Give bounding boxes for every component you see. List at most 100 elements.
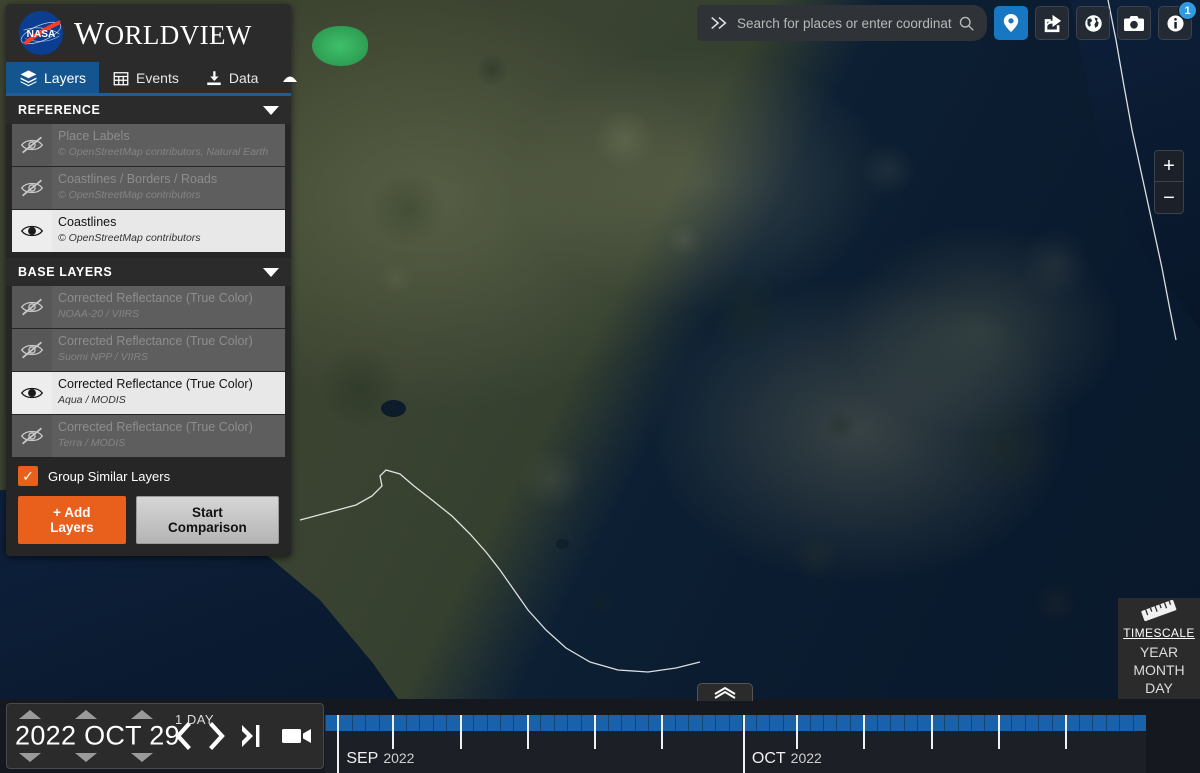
date-stepper: 2022 OCT 29 — [7, 704, 180, 768]
caret-up-icon — [75, 710, 97, 719]
date-increment-row — [15, 710, 157, 719]
section-title-reference: REFERENCE — [18, 103, 101, 117]
group-similar-layers-row[interactable]: ✓ Group Similar Layers — [18, 466, 279, 486]
timeline-minor-tick — [1024, 715, 1026, 731]
year-down-button[interactable] — [15, 753, 45, 762]
layer-row-terra-modis[interactable]: Corrected Reflectance (True Color) Terra… — [12, 415, 285, 457]
timeline-tick-band[interactable] — [325, 715, 1146, 731]
visibility-toggle[interactable] — [12, 124, 52, 166]
chevrons-right-icon[interactable] — [703, 15, 735, 31]
timeline-minor-tick — [715, 715, 717, 731]
timeline-minor-tick — [621, 715, 623, 731]
eye-slash-icon — [20, 179, 44, 197]
visibility-toggle[interactable] — [12, 210, 52, 252]
timeline-minor-tick — [365, 715, 367, 731]
timeline-minor-tick — [1119, 715, 1121, 731]
layer-meta: Corrected Reflectance (True Color) Suomi… — [52, 329, 285, 371]
layer-list-reference: Place Labels © OpenStreetMap contributor… — [6, 124, 291, 252]
snapshot-button[interactable] — [1117, 6, 1151, 40]
timescale-option-year[interactable]: YEAR — [1118, 643, 1200, 661]
layer-source: Suomi NPP / VIIRS — [58, 351, 149, 364]
top-toolbar: 1 — [697, 1, 1197, 41]
start-comparison-button[interactable]: Start Comparison — [135, 496, 279, 544]
timeline-minor-tick — [755, 715, 757, 731]
year-up-button[interactable] — [15, 710, 45, 719]
timeline-axis[interactable]: SEP 2022 OCT 2022 — [325, 715, 1146, 773]
layer-row-aqua-modis[interactable]: Corrected Reflectance (True Color) Aqua … — [12, 372, 285, 414]
eye-slash-icon — [20, 136, 44, 154]
section-header-reference[interactable]: REFERENCE — [6, 96, 291, 124]
zoom-out-button[interactable]: − — [1155, 182, 1183, 213]
search-bar[interactable] — [697, 5, 987, 41]
day-up-button[interactable] — [127, 710, 157, 719]
layer-name: Coastlines — [58, 214, 117, 229]
layer-meta: Corrected Reflectance (True Color) NOAA-… — [52, 286, 285, 328]
layer-row-suomi-npp-viirs[interactable]: Corrected Reflectance (True Color) Suomi… — [12, 329, 285, 371]
camera-icon — [1124, 15, 1144, 31]
timeline-minor-tick — [446, 715, 448, 731]
visibility-toggle[interactable] — [12, 329, 52, 371]
tab-layers-label: Layers — [44, 69, 87, 86]
app-title: WORLDVIEW — [74, 14, 252, 51]
current-date-value[interactable]: 2022 OCT 29 — [15, 721, 180, 752]
search-icon[interactable] — [952, 15, 987, 32]
sidebar-collapse-button[interactable] — [271, 62, 309, 93]
map-zoom-controls: + − — [1154, 150, 1184, 214]
video-camera-icon — [282, 729, 311, 743]
download-icon — [207, 70, 221, 85]
timeline-minor-tick — [890, 715, 892, 731]
timeline-minor-tick — [971, 715, 973, 731]
info-badge-count: 1 — [1178, 1, 1197, 20]
tab-events[interactable]: Events — [99, 62, 192, 93]
timeline-minor-tick — [984, 715, 986, 731]
map-pin-icon — [1003, 14, 1019, 32]
timeline-minor-tick — [849, 715, 851, 731]
timeline-minor-tick — [809, 715, 811, 731]
month-up-button[interactable] — [71, 710, 101, 719]
timeline-minor-tick — [944, 715, 946, 731]
timeline-major-tick — [930, 715, 933, 749]
location-pin-button[interactable] — [994, 6, 1028, 40]
layer-meta: Corrected Reflectance (True Color) Aqua … — [52, 372, 285, 414]
layer-row-coastlines[interactable]: Coastlines © OpenStreetMap contributors — [12, 210, 285, 252]
tab-data[interactable]: Data — [192, 62, 272, 93]
visibility-toggle[interactable] — [12, 286, 52, 328]
month-down-button[interactable] — [71, 753, 101, 762]
layer-row-coastlines-borders-roads[interactable]: Coastlines / Borders / Roads © OpenStree… — [12, 167, 285, 209]
timeline-minor-tick — [728, 715, 730, 731]
timeline-minor-tick — [1078, 715, 1080, 731]
timescale-option-day[interactable]: DAY — [1118, 679, 1200, 697]
tab-layers[interactable]: Layers — [6, 62, 100, 93]
zoom-in-button[interactable]: + — [1155, 151, 1183, 182]
jump-to-end-button[interactable] — [235, 722, 269, 750]
layer-row-noaa20-viirs[interactable]: Corrected Reflectance (True Color) NOAA-… — [12, 286, 285, 328]
chevron-down-icon — [263, 267, 279, 277]
visibility-toggle[interactable] — [12, 167, 52, 209]
date-selector-panel: 2022 OCT 29 1 DAY — [6, 703, 324, 769]
eye-icon — [20, 225, 44, 237]
animate-button[interactable] — [277, 725, 317, 747]
group-similar-checkbox[interactable]: ✓ — [18, 466, 38, 486]
layer-row-place-labels[interactable]: Place Labels © OpenStreetMap contributor… — [12, 124, 285, 166]
info-button[interactable]: 1 — [1158, 1, 1197, 40]
section-header-base-layers[interactable]: BASE LAYERS — [6, 258, 291, 286]
lake-bracciano — [381, 400, 406, 417]
layer-source: Aqua / MODIS — [58, 394, 126, 407]
timeline-minor-tick — [648, 715, 650, 731]
add-layers-button[interactable]: + Add Layers — [18, 496, 126, 544]
visibility-toggle[interactable] — [12, 415, 52, 457]
projection-button[interactable] — [1076, 6, 1110, 40]
timeline-expand-button[interactable] — [697, 683, 753, 701]
layers-sidebar: NASA WORLDVIEW Layers Events Data REFERE… — [6, 4, 298, 556]
caret-up-icon — [131, 710, 153, 719]
timeline-major-tick — [1065, 715, 1068, 749]
timescale-option-month[interactable]: MONTH — [1118, 661, 1200, 679]
panel-tab-bar: Layers Events Data — [6, 62, 298, 96]
layer-attribution: © OpenStreetMap contributors, Natural Ea… — [58, 146, 269, 159]
day-down-button[interactable] — [127, 753, 157, 762]
share-button[interactable] — [1035, 6, 1069, 40]
search-input[interactable] — [735, 15, 952, 31]
timeline-minor-tick — [903, 715, 905, 731]
visibility-toggle[interactable] — [12, 372, 52, 414]
layer-meta: Coastlines © OpenStreetMap contributors — [52, 210, 285, 252]
